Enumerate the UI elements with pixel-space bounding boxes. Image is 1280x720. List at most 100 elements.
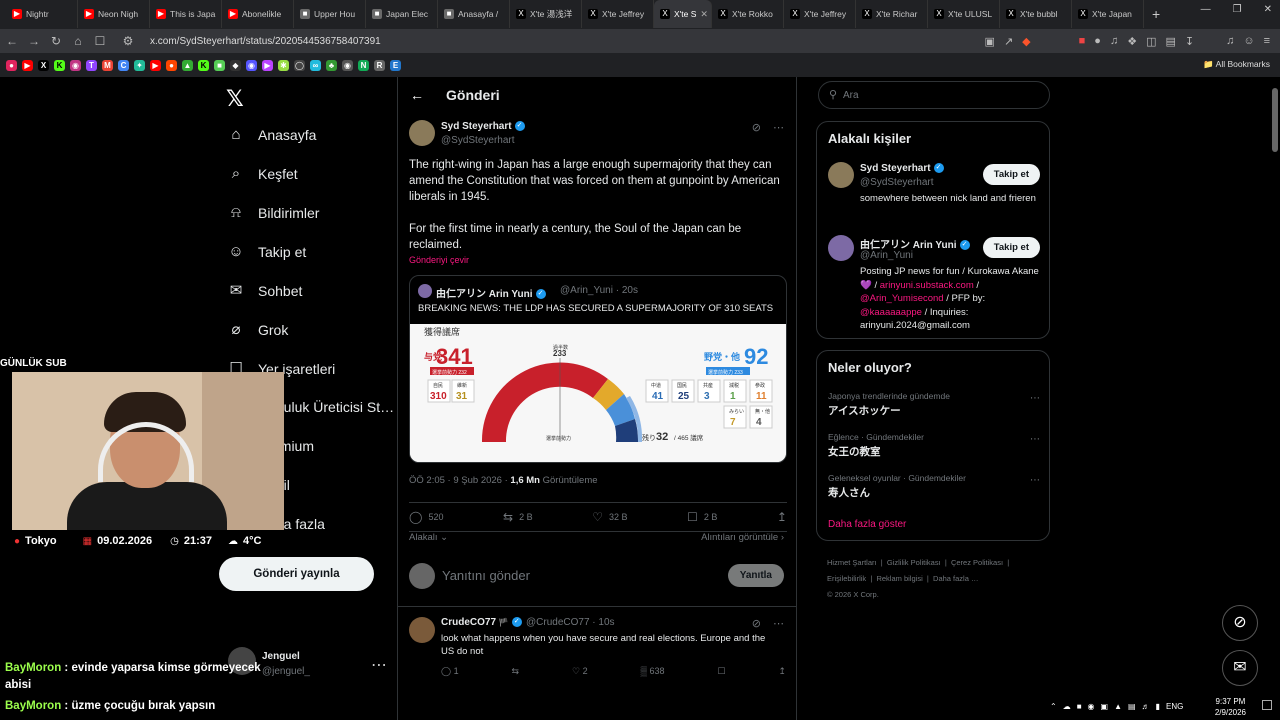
bookmark-icon[interactable]: ■ — [214, 59, 225, 71]
bookmark-icon[interactable]: ✦ — [134, 59, 145, 71]
more-icon[interactable]: ⋯ — [1030, 434, 1040, 445]
home-icon[interactable]: ⌂ — [68, 34, 88, 48]
bookmark-icon[interactable]: ▲ — [182, 59, 193, 71]
reddit-bookmark-icon[interactable]: ● — [166, 59, 177, 71]
all-bookmarks[interactable]: 📁 All Bookmarks — [1203, 59, 1270, 70]
messages-float-button[interactable]: ✉ — [1222, 650, 1258, 686]
more-icon[interactable]: ⋯ — [773, 617, 784, 630]
x-bookmark-icon[interactable]: X — [38, 59, 49, 71]
grok-float-button[interactable]: ⊘ — [1222, 605, 1258, 641]
election-results-image[interactable]: 獲得議席 与党 341 選挙前勢力 232 自民 310 維新 31 過半数 2… — [410, 324, 786, 462]
nav-item[interactable]: ⌕ Keşfet — [228, 166, 298, 183]
network-icon[interactable]: ▤ — [1128, 702, 1136, 711]
browser-tab[interactable]: X X'te Japan — [1072, 0, 1144, 28]
language-indicator[interactable]: ENG — [1166, 702, 1183, 711]
sidebar-icon[interactable]: ◫ — [1146, 35, 1156, 48]
close-window-icon[interactable]: ✕ — [1264, 4, 1272, 15]
trend-item[interactable]: Geleneksel oyunlar · Gündemdekiler 寿人さん … — [828, 473, 1040, 500]
follow-button[interactable]: Takip et — [982, 237, 1040, 258]
bio-link[interactable]: arinyuni.substack.com — [880, 280, 974, 291]
cast-icon[interactable]: ▣ — [985, 35, 995, 48]
more-icon[interactable]: ⋯ — [1030, 475, 1040, 486]
bookmark-icon[interactable]: ◉ — [246, 59, 257, 71]
browser-tab[interactable]: X X'te Richar — [856, 0, 928, 28]
kick-bookmark-icon[interactable]: K — [54, 59, 65, 71]
view-quotes-link[interactable]: Alıntıları görüntüle › — [701, 532, 784, 543]
bookmark-icon[interactable]: E — [390, 59, 401, 71]
battery-icon[interactable]: ▮ — [1156, 702, 1160, 711]
show-more-link[interactable]: Daha fazla göster — [828, 519, 906, 530]
follow-button[interactable]: Takip et — [982, 164, 1040, 185]
bookmark-icon[interactable]: C — [118, 59, 129, 71]
bookmark-icon[interactable]: ▶ — [262, 59, 273, 71]
youtube-bookmark-icon[interactable]: ▶ — [150, 59, 161, 71]
reply-tweet[interactable]: CrudeCO77 🏴 ✓ @CrudeCO77 · 10s ⊘ ⋯ look w… — [398, 607, 796, 720]
trend-item[interactable]: Eğlence · Gündemdekiler 女王の教室 ⋯ — [828, 432, 1040, 459]
extension-icon-2[interactable]: ● — [1094, 35, 1101, 48]
nav-item[interactable]: ⌀ Grok — [228, 322, 288, 339]
share-button[interactable]: ↥ — [777, 510, 787, 524]
browser-tab[interactable]: X X'te bubbl — [1000, 0, 1072, 28]
browser-tab[interactable]: ▶ Aboneli̇kle — [222, 0, 294, 28]
search-box[interactable]: ⚲ Ara — [818, 81, 1050, 109]
volume-icon[interactable]: ♬ — [1142, 702, 1150, 711]
browser-tab[interactable]: X X'te Rokko — [712, 0, 784, 28]
bookmark-icon[interactable]: R — [374, 59, 385, 71]
avatar[interactable] — [828, 235, 854, 261]
views-button[interactable]: ▒ 638 — [641, 666, 665, 677]
avatar[interactable] — [409, 617, 435, 643]
nav-item[interactable]: ⍾ Bildirimler — [228, 205, 319, 222]
browser-tab[interactable]: X X'te Jeffrey — [784, 0, 856, 28]
bookmark-icon[interactable]: ◆ — [230, 59, 241, 71]
reply-submit-button[interactable]: Yanıtla — [727, 564, 784, 587]
tray-chevron-icon[interactable]: ⌃ — [1050, 702, 1057, 711]
tray-icon[interactable]: ▣ — [1101, 702, 1109, 711]
nav-item[interactable]: ⌂ Anasayfa — [228, 127, 316, 144]
more-icon[interactable]: ⋯ — [773, 121, 784, 134]
tray-icon[interactable]: ☁ — [1063, 702, 1071, 711]
footer-link[interactable]: Hizmet Şartları — [827, 558, 877, 567]
gmail-bookmark-icon[interactable]: M — [102, 59, 113, 71]
footer-link[interactable]: Reklam bilgisi — [876, 574, 922, 583]
notification-icon[interactable] — [1262, 700, 1272, 710]
browser-tab[interactable]: ▶ Nightr — [6, 0, 78, 28]
reply-button[interactable]: ◯ 1 — [441, 666, 459, 677]
profile-icon[interactable]: ☺ — [1243, 35, 1254, 48]
browser-tab[interactable]: ▶ Neon Nigh — [78, 0, 150, 28]
translate-link[interactable]: Gönderiyi çevir — [409, 255, 469, 265]
footer-link[interactable]: Çerez Politikası — [951, 558, 1003, 567]
twitch-bookmark-icon[interactable]: T — [86, 59, 97, 71]
sort-relevance-dropdown[interactable]: Alakalı ⌄ — [409, 532, 448, 543]
nav-item[interactable]: ☺ Takip et — [228, 244, 306, 261]
tray-icon[interactable]: ◉ — [1088, 702, 1095, 711]
extension-icon-3[interactable]: ♫ — [1110, 35, 1118, 48]
bookmark-icon[interactable]: ● — [6, 59, 17, 71]
footer-link[interactable]: Daha fazla … — [933, 574, 978, 583]
search-input[interactable]: Ara — [843, 90, 859, 101]
system-clock[interactable]: 9:37 PM 2/9/2026 — [1215, 696, 1246, 718]
close-tab-icon[interactable]: ✕ — [700, 9, 708, 20]
scrollbar[interactable] — [1272, 88, 1278, 152]
back-icon[interactable]: ← — [2, 34, 22, 48]
share-button[interactable]: ↥ — [778, 666, 786, 677]
browser-menu-icon[interactable]: ≡ — [1264, 35, 1270, 48]
browser-tab[interactable]: ■ Japan Elec — [366, 0, 438, 28]
bookmark-button[interactable]: ☐ — [717, 666, 725, 677]
share-icon[interactable]: ↗ — [1004, 35, 1013, 48]
browser-tab[interactable]: X X'te S ✕ — [654, 0, 712, 28]
kick-bookmark-icon[interactable]: K — [198, 59, 209, 71]
bookmark-icon[interactable]: N — [358, 59, 369, 71]
bio-link[interactable]: @kaaaaaappe — [860, 307, 922, 318]
tray-icon[interactable]: ▲ — [1114, 702, 1122, 711]
tweet-author-name[interactable]: Syd Steyerhart ✓ — [441, 121, 525, 132]
media-icon[interactable]: ♫ — [1226, 35, 1234, 48]
youtube-bookmark-icon[interactable]: ▶ — [22, 59, 33, 71]
grok-icon[interactable]: ⊘ — [752, 121, 761, 134]
minimize-icon[interactable]: — — [1201, 4, 1211, 15]
download-icon[interactable]: ↧ — [1185, 35, 1194, 48]
tweet-time[interactable]: ÖÖ 2:05 · 9 Şub 2026 · — [409, 475, 508, 486]
x-logo-icon[interactable]: 𝕏 — [226, 86, 244, 112]
browser-tab[interactable]: ■ Anasayfa / — [438, 0, 510, 28]
restore-icon[interactable]: ❐ — [1233, 4, 1242, 15]
like-button[interactable]: ♡ 2 — [572, 666, 588, 677]
